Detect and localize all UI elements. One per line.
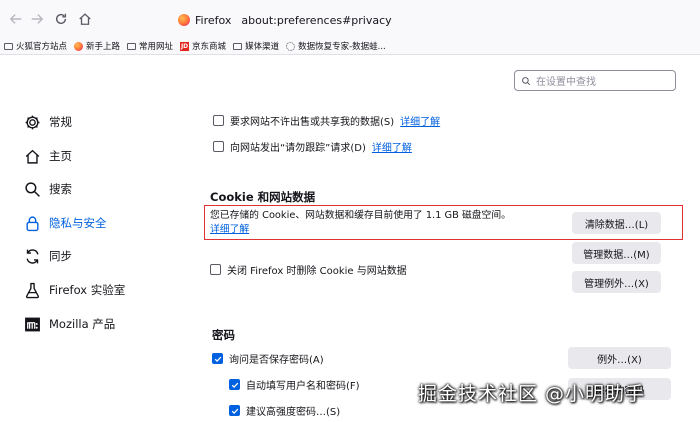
bookmark-item[interactable]: JD 京东商城 <box>180 40 226 52</box>
do-not-track-row: 向网站发出“请勿跟踪”请求(D) 详细了解 <box>213 139 412 154</box>
delete-on-close-checkbox[interactable] <box>210 264 221 275</box>
watermark-text: 掘金技术社区 @小明助手 <box>418 383 646 405</box>
checkmark-icon <box>231 382 238 388</box>
sidebar-item-search[interactable]: 搜索 <box>24 178 72 200</box>
bookmarks-toolbar: 火狐官方站点 新手上路 常用网址 JD 京东商城 媒体渠道 数据恢复专家-数据蛙… <box>0 38 700 55</box>
privacy-settings-panel: 要求网站不许出售或共享我的数据(S) 详细了解 向网站发出“请勿跟踪”请求(D)… <box>200 55 700 422</box>
cookies-usage-text: 您已存储的 Cookie、网站数据和缓存目前使用了 1.1 GB 磁盘空间。 <box>210 210 511 221</box>
sidebar-item-sync[interactable]: 同步 <box>24 245 72 267</box>
reload-button[interactable] <box>48 6 74 32</box>
firefox-logo-icon <box>178 14 190 26</box>
folder-icon <box>233 42 243 50</box>
flask-icon <box>25 282 40 298</box>
sidebar-item-mozilla[interactable]: Mozilla 产品 <box>24 313 115 335</box>
do-not-sell-label: 要求网站不许出售或共享我的数据(S) <box>230 117 395 128</box>
preferences-page: 在设置中查找 常规 主页 搜索 隐私与安全 同步 Firefox 实验室 Moz… <box>0 55 700 422</box>
suggest-strong-label: 建议高强度密码…(S) <box>246 407 341 418</box>
ask-to-save-label: 询问是否保存密码(A) <box>229 355 324 366</box>
bookmark-label: 火狐官方站点 <box>16 42 68 52</box>
password-exceptions-button[interactable]: 例外…(X) <box>568 347 671 369</box>
do-not-sell-row: 要求网站不许出售或共享我的数据(S) 详细了解 <box>213 113 440 128</box>
browser-toolbar: Firefox about:preferences#privacy <box>0 0 700 38</box>
sidebar-item-label: 主页 <box>49 149 72 163</box>
sidebar-item-home[interactable]: 主页 <box>24 145 72 167</box>
autofill-label: 自动填写用户名和密码(F) <box>246 381 360 392</box>
forward-arrow-icon <box>31 14 44 24</box>
gear-icon <box>25 115 40 129</box>
url-text[interactable]: about:preferences#privacy <box>241 14 391 27</box>
url-bar[interactable]: Firefox about:preferences#privacy <box>178 8 392 32</box>
bookmark-item[interactable]: 数据恢复专家-数据蛙... <box>286 40 386 52</box>
identity-label: Firefox <box>195 13 232 27</box>
site-icon <box>286 41 296 51</box>
sidebar-item-label: 搜索 <box>49 182 72 196</box>
jd-icon: JD <box>180 41 190 51</box>
forward-button[interactable] <box>24 6 50 32</box>
autofill-row: 自动填写用户名和密码(F) <box>229 377 360 392</box>
do-not-sell-checkbox[interactable] <box>213 115 224 126</box>
identity-box[interactable]: Firefox <box>178 14 241 27</box>
ask-to-save-row: 询问是否保存密码(A) <box>212 351 324 366</box>
lock-icon <box>26 216 39 231</box>
bookmark-label: 媒体渠道 <box>245 42 280 52</box>
home-button[interactable] <box>72 6 98 32</box>
bookmark-label: 常用网址 <box>139 42 174 52</box>
suggest-strong-row: 建议高强度密码…(S) <box>229 403 340 418</box>
clear-data-button[interactable]: 清除数据…(L) <box>572 212 661 234</box>
cookies-section-title: Cookie 和网站数据 <box>210 190 316 204</box>
mozilla-icon <box>25 317 40 331</box>
cookies-description: 您已存储的 Cookie、网站数据和缓存目前使用了 1.1 GB 磁盘空间。 详… <box>210 209 550 237</box>
folder-icon <box>127 42 137 50</box>
manage-data-button[interactable]: 管理数据…(M) <box>572 242 661 264</box>
search-icon <box>25 181 40 197</box>
firefox-icon <box>74 41 84 51</box>
sidebar-item-general[interactable]: 常规 <box>24 111 72 133</box>
sidebar-item-label: 常规 <box>49 115 72 129</box>
passwords-section-title: 密码 <box>212 328 235 342</box>
sidebar-item-labs[interactable]: Firefox 实验室 <box>24 279 125 301</box>
manage-exceptions-button[interactable]: 管理例外…(X) <box>572 271 661 293</box>
do-not-track-learn-more-link[interactable]: 详细了解 <box>372 139 412 154</box>
home-icon <box>79 13 91 25</box>
sidebar-item-label: Mozilla 产品 <box>49 317 116 331</box>
bookmark-item[interactable]: 新手上路 <box>74 40 120 52</box>
do-not-track-label: 向网站发出“请勿跟踪”请求(D) <box>230 143 366 154</box>
sync-icon <box>26 248 39 264</box>
back-arrow-icon <box>9 14 22 24</box>
ask-to-save-checkbox[interactable] <box>212 353 223 364</box>
bookmark-label: 京东商城 <box>192 42 227 52</box>
checkmark-icon <box>231 408 238 414</box>
folder-icon <box>4 42 13 50</box>
autofill-checkbox[interactable] <box>229 379 240 390</box>
bookmark-label: 新手上路 <box>86 42 121 52</box>
suggest-strong-checkbox[interactable] <box>229 405 240 416</box>
sidebar-item-label: 隐私与安全 <box>49 216 107 230</box>
cookies-learn-more-link[interactable]: 详细了解 <box>210 224 249 235</box>
delete-on-close-label: 关闭 Firefox 时删除 Cookie 与网站数据 <box>227 266 407 277</box>
do-not-track-checkbox[interactable] <box>213 141 224 152</box>
do-not-sell-learn-more-link[interactable]: 详细了解 <box>400 113 440 128</box>
bookmark-item[interactable]: 火狐官方站点 <box>4 40 67 52</box>
sidebar-item-label: Firefox 实验室 <box>49 283 126 297</box>
bookmark-label: 数据恢复专家-数据蛙... <box>298 42 386 52</box>
home-icon <box>25 149 40 164</box>
bookmark-item[interactable]: 常用网址 <box>127 40 173 52</box>
sidebar-item-privacy[interactable]: 隐私与安全 <box>24 212 107 234</box>
delete-on-close-row: 关闭 Firefox 时删除 Cookie 与网站数据 <box>210 262 407 277</box>
reload-icon <box>55 13 67 25</box>
bookmark-item[interactable]: 媒体渠道 <box>233 40 279 52</box>
checkmark-icon <box>214 356 221 362</box>
sidebar-item-label: 同步 <box>49 249 72 263</box>
